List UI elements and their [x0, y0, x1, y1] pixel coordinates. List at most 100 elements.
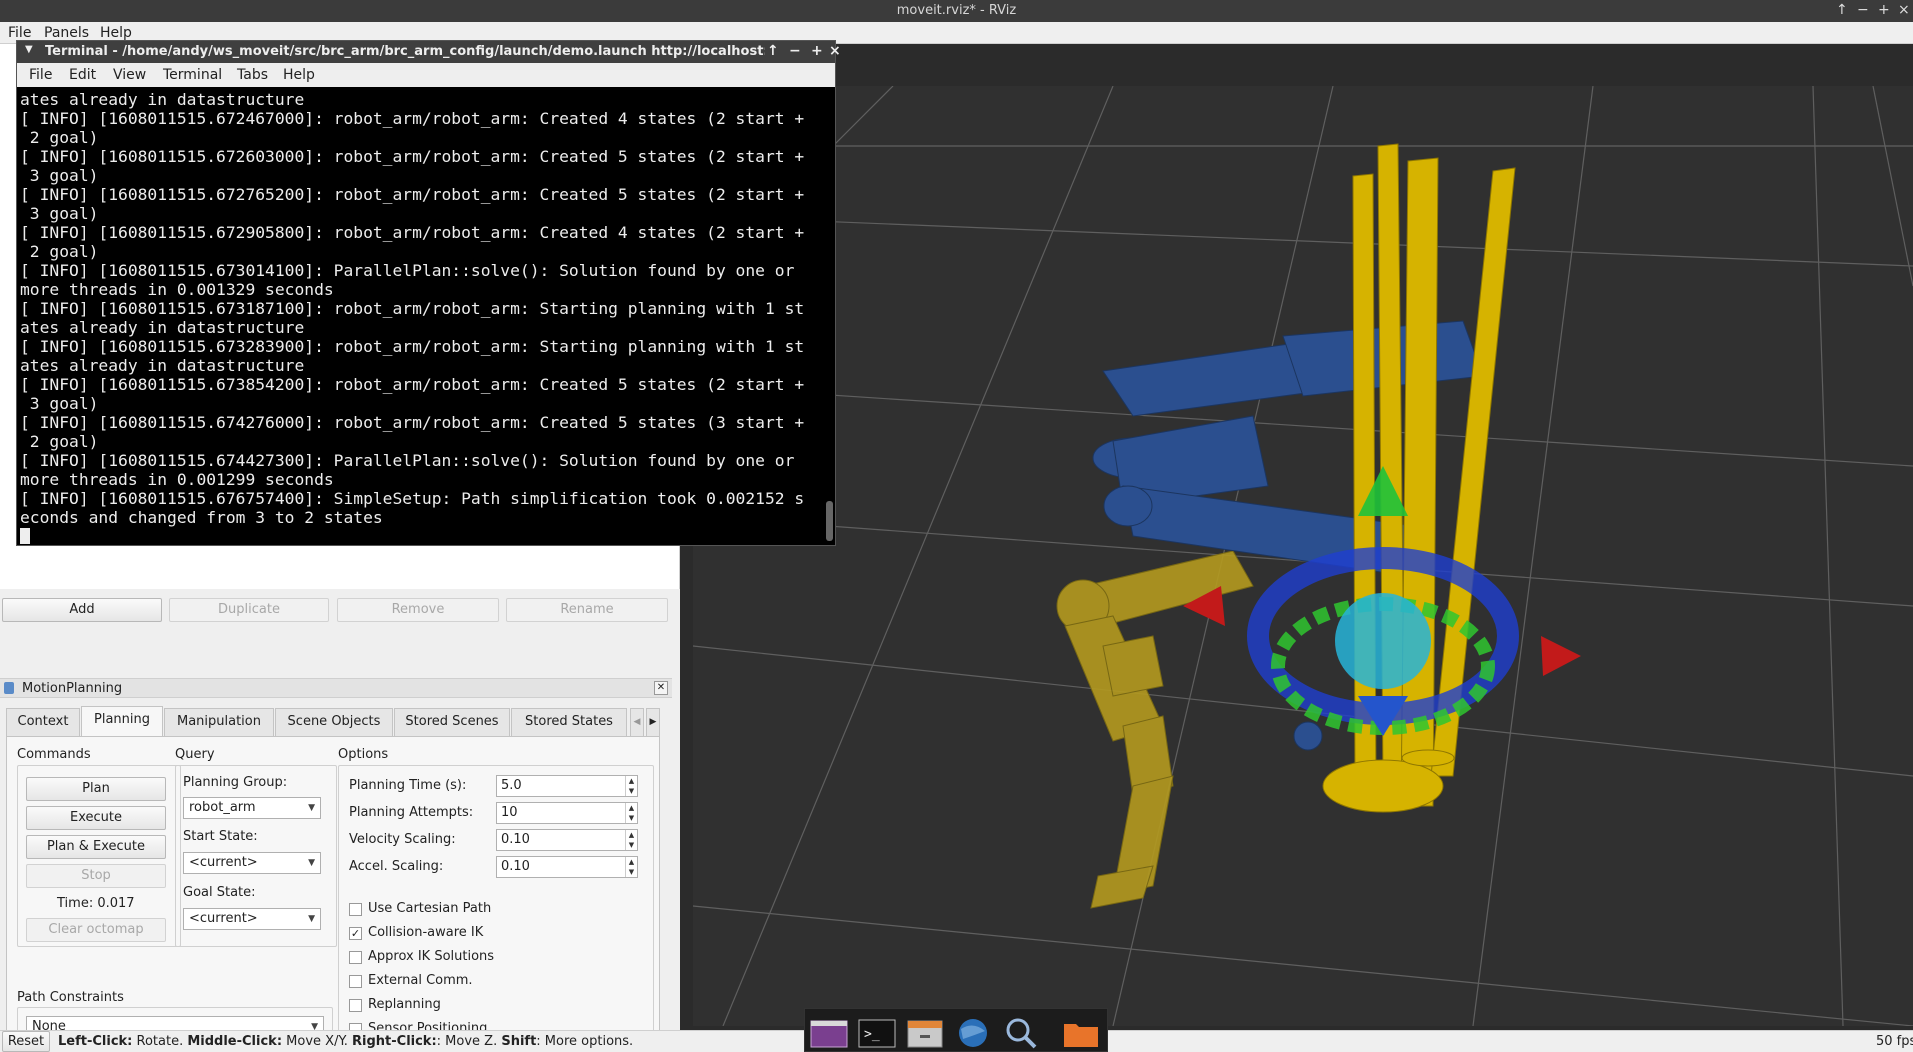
minimize-icon[interactable]: −: [789, 43, 801, 59]
chevron-down-icon: ▼: [308, 803, 315, 813]
3d-render-view[interactable]: [693, 86, 1913, 1026]
maximize-icon[interactable]: +: [811, 43, 823, 59]
chevron-down-icon[interactable]: ▼: [25, 44, 33, 55]
planning-group-value: robot_arm: [189, 800, 256, 815]
window-minimize-button[interactable]: −: [1857, 2, 1869, 18]
close-panel-icon[interactable]: ✕: [654, 681, 668, 695]
terminal-line: [ INFO] [1608011515.674427300]: Parallel…: [20, 451, 795, 470]
terminal-menu-terminal[interactable]: Terminal: [163, 67, 222, 83]
commands-heading: Commands: [17, 747, 91, 762]
tab-stored-scenes[interactable]: Stored Scenes: [394, 708, 510, 736]
terminal-menu-tabs[interactable]: Tabs: [237, 67, 268, 83]
browser-icon[interactable]: [953, 1017, 993, 1049]
duplicate-display-button[interactable]: Duplicate: [169, 598, 329, 622]
menu-panels[interactable]: Panels: [44, 25, 89, 41]
pin-icon[interactable]: ↑: [767, 43, 779, 59]
terminal-menu-help[interactable]: Help: [283, 67, 315, 83]
terminal-line: ates already in datastructure: [20, 318, 305, 337]
terminal-line: [ INFO] [1608011515.676757400]: SimpleSe…: [20, 489, 805, 508]
accel-scaling-spinbox[interactable]: 0.10 ▲ ▼: [496, 856, 638, 878]
tab-manipulation[interactable]: Manipulation: [164, 708, 274, 736]
fps-readout: 50 fps: [1876, 1034, 1913, 1049]
terminal-line: ates already in datastructure: [20, 356, 305, 375]
use-cartesian-path-label: Use Cartesian Path: [368, 901, 492, 916]
terminal-menu-view[interactable]: View: [113, 67, 146, 83]
folder-icon[interactable]: [1061, 1017, 1101, 1049]
replanning-checkbox[interactable]: [349, 999, 362, 1012]
remove-display-button[interactable]: Remove: [337, 598, 499, 622]
goal-state-select[interactable]: <current> ▼: [183, 908, 321, 930]
window-close-button[interactable]: ×: [1898, 2, 1910, 18]
plan-button[interactable]: Plan: [26, 777, 166, 801]
terminal-line: [ INFO] [1608011515.673854200]: robot_ar…: [20, 375, 805, 394]
velocity-scaling-spinbox[interactable]: 0.10 ▲ ▼: [496, 829, 638, 851]
planning-group-select[interactable]: robot_arm ▼: [183, 797, 321, 819]
tab-stored-states[interactable]: Stored States: [511, 708, 627, 736]
rviz-titlebar: moveit.rviz* - RViz ↑ − + ×: [0, 0, 1913, 22]
planning-tab-body: Commands Plan Execute Plan & Execute Sto…: [6, 736, 660, 1052]
terminal-cursor: [20, 528, 30, 544]
collision-aware-ik-label: Collision-aware IK: [368, 925, 484, 940]
reset-button[interactable]: Reset: [2, 1031, 50, 1052]
collision-aware-ik-checkbox[interactable]: ✓: [349, 927, 362, 940]
chevron-down-icon: ▼: [308, 858, 315, 868]
terminal-line: more threads in 0.001329 seconds: [20, 280, 334, 299]
window-maximize-button[interactable]: +: [1878, 2, 1890, 18]
window-title: moveit.rviz* - RViz: [896, 3, 1017, 18]
terminal-title: Terminal - /home/andy/ws_moveit/src/brc_…: [45, 44, 765, 59]
planning-attempts-spinbox[interactable]: 10 ▲ ▼: [496, 802, 638, 824]
close-icon[interactable]: ×: [829, 43, 841, 59]
terminal-menu-edit[interactable]: Edit: [69, 67, 96, 83]
terminal-line: [ INFO] [1608011515.673283900]: robot_ar…: [20, 337, 805, 356]
terminal-line: 2 goal): [20, 432, 99, 451]
planning-attempts-value: 10: [501, 805, 518, 820]
velocity-scaling-value: 0.10: [501, 832, 530, 847]
hint-key: Shift: [501, 1034, 537, 1049]
spin-arrows-icon[interactable]: ▲ ▼: [625, 857, 637, 877]
planning-time-spinbox[interactable]: 5.0 ▲ ▼: [496, 775, 638, 797]
tab-planning[interactable]: Planning: [81, 706, 163, 736]
terminal-line: more threads in 0.001299 seconds: [20, 470, 334, 489]
approx-ik-solutions-checkbox[interactable]: [349, 951, 362, 964]
use-cartesian-path-checkbox[interactable]: [349, 903, 362, 916]
stop-button[interactable]: Stop: [26, 864, 166, 888]
menu-file[interactable]: File: [8, 25, 31, 41]
hint-text: : Move Z.: [436, 1034, 502, 1049]
tab-scroll-right-icon[interactable]: ▶: [646, 708, 660, 736]
terminal-line: [ INFO] [1608011515.672603000]: robot_ar…: [20, 147, 805, 166]
terminal-menu-file[interactable]: File: [29, 67, 52, 83]
terminal-output[interactable]: ates already in datastructure[ INFO] [16…: [20, 90, 820, 540]
files-drawer-icon[interactable]: [905, 1017, 945, 1049]
svg-text:>_: >_: [864, 1027, 880, 1042]
tab-context[interactable]: Context: [6, 708, 80, 736]
spin-arrows-icon[interactable]: ▲ ▼: [625, 803, 637, 823]
planning-attempts-label: Planning Attempts:: [349, 805, 474, 820]
execute-button[interactable]: Execute: [26, 806, 166, 830]
motion-planning-icon: [4, 682, 14, 694]
external-comm-checkbox[interactable]: [349, 975, 362, 988]
terminal-icon[interactable]: >_: [857, 1017, 897, 1049]
plan-execute-button[interactable]: Plan & Execute: [26, 835, 166, 859]
goal-state-arm: [1056, 550, 1254, 909]
approx-ik-solutions-label: Approx IK Solutions: [368, 949, 495, 964]
rename-display-button[interactable]: Rename: [506, 598, 668, 622]
terminal-line: 2 goal): [20, 128, 99, 147]
tab-scene-objects[interactable]: Scene Objects: [275, 708, 393, 736]
path-constraints-label: Path Constraints: [17, 990, 124, 1005]
tab-scroll-left-icon[interactable]: ◀: [630, 708, 644, 736]
workspace-icon[interactable]: [809, 1017, 849, 1049]
search-icon[interactable]: [1001, 1017, 1041, 1049]
add-display-button[interactable]: Add: [2, 598, 162, 622]
spin-arrows-icon[interactable]: ▲ ▼: [625, 830, 637, 850]
menu-help[interactable]: Help: [100, 25, 132, 41]
clear-octomap-button[interactable]: Clear octomap: [26, 918, 166, 942]
hint-key: Right-Click:: [352, 1034, 437, 1049]
terminal-titlebar: ▼ Terminal - /home/andy/ws_moveit/src/br…: [17, 41, 841, 63]
terminal-line: [ INFO] [1608011515.672765200]: robot_ar…: [20, 185, 805, 204]
spin-arrows-icon[interactable]: ▲ ▼: [625, 776, 637, 796]
window-pin-button[interactable]: ↑: [1836, 2, 1848, 18]
hint-text: Move X/Y.: [282, 1034, 353, 1049]
hint-text: : More options.: [536, 1034, 634, 1049]
terminal-scrollbar[interactable]: [826, 501, 833, 541]
start-state-select[interactable]: <current> ▼: [183, 852, 321, 874]
